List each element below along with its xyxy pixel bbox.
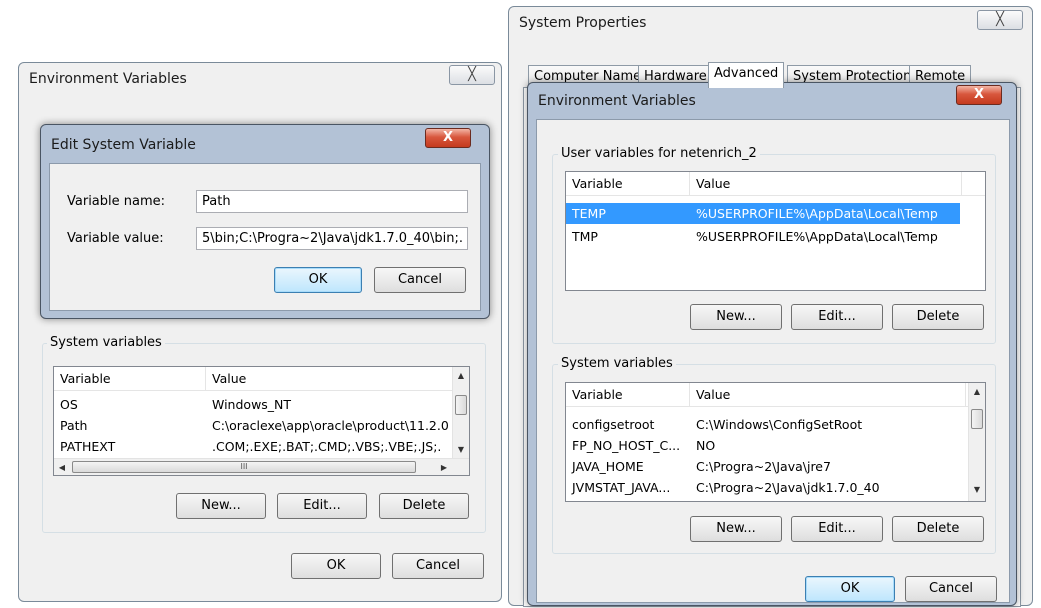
variable-cell: JAVA_HOME [572,459,644,474]
variable-cell: TEMP [572,206,606,221]
edit-dialog-ok-button[interactable]: OK [274,267,362,293]
value-cell: .COM;.EXE;.BAT;.CMD;.VBS;.VBE;.JS;. [212,439,442,454]
table-row[interactable]: configsetroot C:\Windows\ConfigSetRoot [566,414,985,435]
left-system-new-button[interactable]: New... [176,493,266,519]
close-icon: ╳ [468,67,476,82]
variable-value-field[interactable]: 5\bin;C:\Progra~2\Java\jdk1.7.0_40\bin;. [196,227,468,250]
value-cell: Windows_NT [212,397,292,412]
table-row[interactable]: FP_NO_HOST_C... NO [566,435,985,456]
left-system-variables-label: System variables [47,335,165,350]
variable-cell: configsetroot [572,417,655,432]
edit-dialog-close-button[interactable]: X [425,128,471,148]
table-row-selected[interactable]: TEMP %USERPROFILE%\AppData\Local\Temp [566,203,960,224]
right-system-variables-list[interactable]: Variable Value configsetroot C:\Windows\… [565,382,986,502]
scroll-right-icon[interactable]: ▶ [436,459,452,475]
scroll-down-icon[interactable]: ▼ [453,441,469,458]
left-env-vars-close-button[interactable]: ╳ [449,65,495,85]
left-cancel-button[interactable]: Cancel [392,553,484,579]
value-cell: C:\oraclexe\app\oracle\product\11.2.0 [212,418,449,433]
variable-cell: Path [60,418,88,433]
right-env-vars-body: User variables for netenrich_2 Variable … [536,119,1010,603]
scroll-left-icon[interactable]: ◀ [54,459,70,475]
edit-dialog-titlebar[interactable]: Edit System Variable [41,125,489,153]
variable-cell: OS [60,397,78,412]
horizontal-scrollbar[interactable]: ◀ III ▶ [54,458,469,475]
scroll-up-icon[interactable]: ▲ [453,367,469,384]
scroll-up-icon[interactable]: ▲ [969,383,985,400]
column-header-variable[interactable]: Variable [566,172,690,196]
value-cell: C:\Progra~2\Java\jre7 [696,459,831,474]
column-header-value[interactable]: Value [690,172,962,196]
user-variables-label: User variables for netenrich_2 [558,146,760,161]
scrollbar-thumb[interactable] [455,395,467,415]
right-cancel-button[interactable]: Cancel [905,576,997,602]
tab-advanced[interactable]: Advanced [708,62,785,88]
table-row[interactable]: JAVA_HOME C:\Progra~2\Java\jre7 [566,456,985,477]
variable-cell: JVMSTAT_JAVA... [572,480,671,495]
table-row[interactable]: Path C:\oraclexe\app\oracle\product\11.2… [54,415,469,436]
system-properties-close-button[interactable]: ╳ [977,10,1023,30]
edit-dialog-body: Variable name: Path Variable value: 5\bi… [49,163,481,311]
value-cell: %USERPROFILE%\AppData\Local\Temp [696,206,938,221]
variable-name-label: Variable name: [67,194,166,209]
list-header: Variable Value [566,172,985,196]
column-header-value[interactable]: Value [690,383,966,407]
value-cell: NO [696,438,716,453]
variable-value-label: Variable value: [67,231,164,246]
right-system-variables-label: System variables [558,356,676,371]
vertical-scrollbar[interactable]: ▲ ▼ [968,383,985,501]
table-row[interactable]: PATHEXT .COM;.EXE;.BAT;.CMD;.VBS;.VBE;.J… [54,436,469,457]
vertical-scrollbar[interactable]: ▲ ▼ [452,367,469,459]
scroll-down-icon[interactable]: ▼ [969,481,985,498]
user-delete-button[interactable]: Delete [892,304,984,330]
value-cell: C:\Windows\ConfigSetRoot [696,417,863,432]
user-new-button[interactable]: New... [690,304,782,330]
right-env-vars-window: Environment Variables X User variables f… [527,82,1017,606]
close-icon: X [973,87,985,102]
left-ok-button[interactable]: OK [291,553,381,579]
left-system-variables-list[interactable]: Variable Value OS Windows_NT Path C:\ora… [53,366,470,476]
variable-cell: PATHEXT [60,439,116,454]
list-header: Variable Value [566,383,985,407]
left-env-vars-titlebar[interactable]: Environment Variables [19,63,501,93]
user-variables-list[interactable]: Variable Value TEMP %USERPROFILE%\AppDat… [565,171,986,291]
system-new-button[interactable]: New... [690,516,782,542]
system-edit-button[interactable]: Edit... [791,516,883,542]
column-header-value[interactable]: Value [206,367,454,391]
variable-cell: FP_NO_HOST_C... [572,438,681,453]
left-system-edit-button[interactable]: Edit... [277,493,367,519]
table-row[interactable]: OS Windows_NT [54,394,469,415]
horizontal-scrollbar-thumb[interactable]: III [72,461,416,473]
list-header: Variable Value [54,367,469,391]
table-row[interactable]: TMP %USERPROFILE%\AppData\Local\Temp [566,226,960,247]
close-icon: ╳ [996,12,1004,27]
close-icon: X [442,130,454,145]
scrollbar-thumb[interactable] [971,409,983,429]
column-header-variable[interactable]: Variable [54,367,206,391]
user-edit-button[interactable]: Edit... [791,304,883,330]
edit-dialog-title: Edit System Variable [51,137,196,153]
value-cell: C:\Progra~2\Java\jdk1.7.0_40 [696,480,880,495]
right-env-vars-close-button[interactable]: X [956,85,1002,105]
left-env-vars-title: Environment Variables [29,71,187,87]
edit-dialog-cancel-button[interactable]: Cancel [374,267,466,293]
left-system-delete-button[interactable]: Delete [379,493,469,519]
table-row[interactable]: JVMSTAT_JAVA... C:\Progra~2\Java\jdk1.7.… [566,477,985,498]
system-delete-button[interactable]: Delete [892,516,984,542]
edit-system-variable-dialog: Edit System Variable X Variable name: Pa… [40,124,490,319]
variable-cell: TMP [572,229,598,244]
scroll-grip: III [240,462,248,471]
system-properties-titlebar[interactable]: System Properties [509,7,1032,37]
value-cell: %USERPROFILE%\AppData\Local\Temp [696,229,938,244]
column-header-variable[interactable]: Variable [566,383,690,407]
right-env-vars-title: Environment Variables [538,93,696,109]
system-properties-title: System Properties [519,15,647,31]
right-ok-button[interactable]: OK [805,576,895,602]
variable-name-field[interactable]: Path [196,190,468,213]
